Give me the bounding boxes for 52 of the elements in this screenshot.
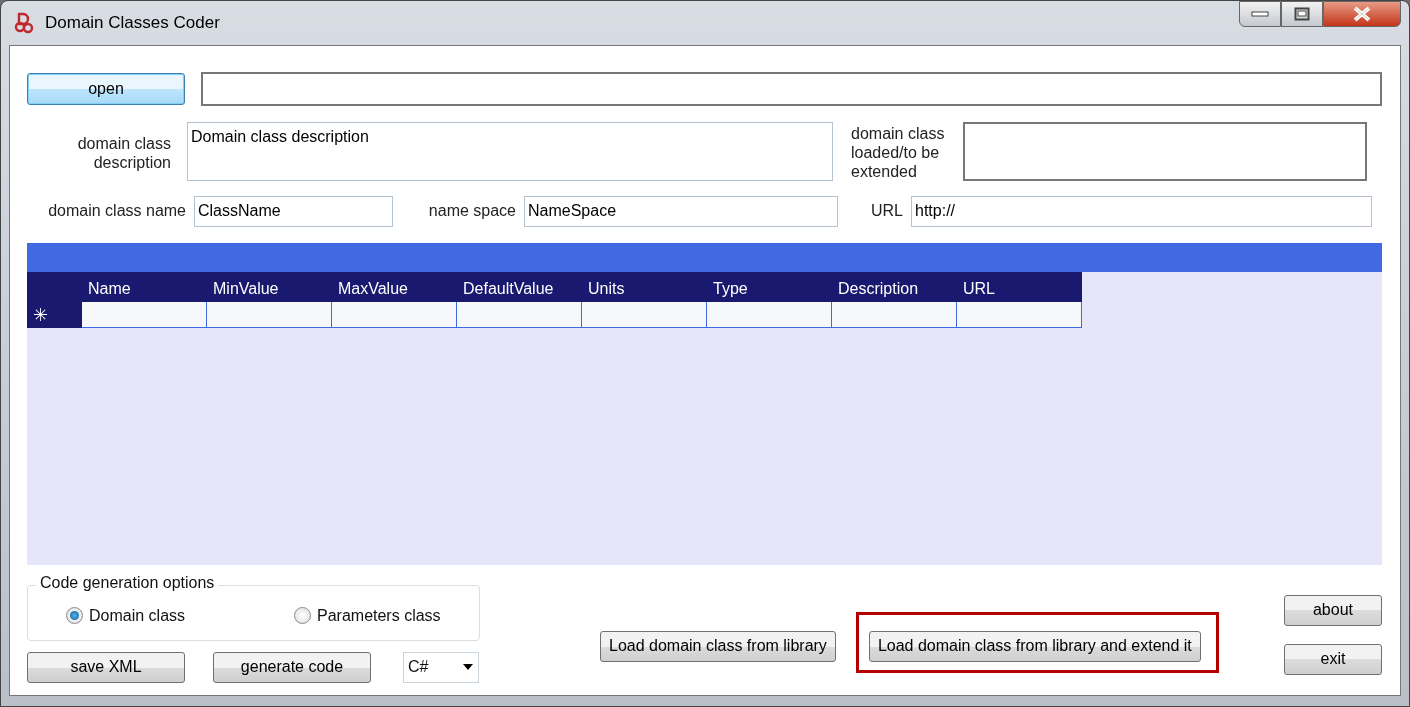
app-logo-icon bbox=[13, 12, 35, 34]
field-label: URL bbox=[870, 201, 904, 221]
loaded-class-label: domain class loaded/to be extended bbox=[851, 124, 946, 182]
table-cell[interactable] bbox=[332, 301, 457, 328]
save-xml-button[interactable]: save XML bbox=[27, 651, 185, 683]
radio-button[interactable] bbox=[294, 607, 311, 625]
column-header[interactable]: Name bbox=[82, 271, 207, 302]
minimize-icon bbox=[1251, 11, 1269, 17]
minimize-button[interactable] bbox=[1239, 1, 1281, 27]
description-label: domain class description bbox=[76, 134, 171, 173]
table-cell[interactable] bbox=[82, 301, 207, 328]
table-cell[interactable] bbox=[582, 301, 707, 328]
load-and-extend-button[interactable]: Load domain class from library and extend it bbox=[868, 630, 1201, 662]
dropdown-value: C# bbox=[408, 657, 429, 678]
window-title: Domain Classes Coder bbox=[45, 12, 220, 35]
column-header[interactable]: Description bbox=[832, 271, 957, 302]
table-cell[interactable] bbox=[832, 301, 957, 328]
column-header[interactable]: Type bbox=[707, 271, 832, 302]
table-cell[interactable] bbox=[207, 301, 332, 328]
maximize-icon bbox=[1294, 7, 1310, 21]
new-row-marker: ✳ bbox=[27, 301, 82, 328]
text-field[interactable]: ClassName bbox=[194, 195, 393, 227]
exit-button[interactable]: exit bbox=[1284, 643, 1382, 675]
open-button[interactable]: open bbox=[27, 73, 185, 105]
close-button[interactable] bbox=[1323, 1, 1401, 27]
radio-label: Domain class bbox=[89, 605, 186, 626]
column-header[interactable]: URL bbox=[957, 271, 1082, 302]
file-path-field[interactable] bbox=[201, 72, 1382, 106]
maximize-button[interactable] bbox=[1281, 1, 1323, 27]
column-header[interactable]: DefaultValue bbox=[457, 271, 582, 302]
table-cell[interactable] bbox=[457, 301, 582, 328]
column-header[interactable]: MinValue bbox=[207, 271, 332, 302]
column-header[interactable]: MaxValue bbox=[332, 271, 457, 302]
radio-label: Parameters class bbox=[317, 605, 441, 626]
close-icon bbox=[1352, 6, 1372, 22]
text-field[interactable]: NameSpace bbox=[524, 195, 838, 227]
radio-option[interactable]: Parameters class bbox=[294, 603, 441, 628]
about-button[interactable]: about bbox=[1284, 594, 1382, 626]
language-dropdown[interactable]: C# bbox=[403, 651, 479, 683]
caret-icon bbox=[462, 663, 474, 672]
table-cell[interactable] bbox=[957, 301, 1082, 328]
table-cell[interactable] bbox=[707, 301, 832, 328]
field-label: name space bbox=[427, 201, 517, 221]
description-field[interactable]: Domain class description bbox=[187, 122, 833, 181]
column-header[interactable]: Units bbox=[582, 271, 707, 302]
loaded-class-field[interactable] bbox=[963, 122, 1367, 181]
radio-option[interactable]: Domain class bbox=[66, 603, 294, 628]
load-library-button[interactable]: Load domain class from library bbox=[600, 630, 836, 662]
generate-code-button[interactable]: generate code bbox=[213, 651, 371, 683]
text-field[interactable]: http:// bbox=[911, 195, 1372, 227]
radio-button[interactable] bbox=[66, 607, 83, 625]
field-label: domain class name bbox=[47, 201, 187, 221]
